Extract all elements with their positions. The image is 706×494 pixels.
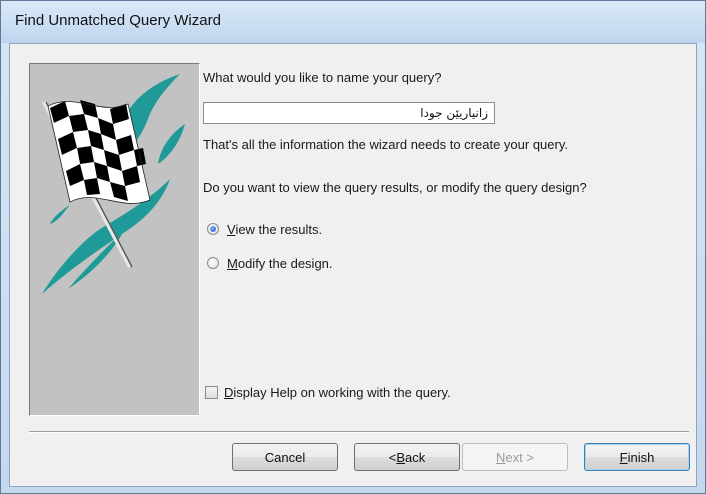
modify-design-option[interactable]: Modify the design. <box>207 254 333 272</box>
view-results-radio[interactable] <box>207 223 219 235</box>
wizard-body: What would you like to name your query? … <box>9 43 697 487</box>
display-help-label: Display Help on working with the query. <box>224 384 451 400</box>
query-name-input[interactable] <box>203 102 495 124</box>
title-bar[interactable]: Find Unmatched Query Wizard <box>1 1 705 43</box>
finish-button[interactable]: Finish <box>584 443 690 471</box>
view-question-text: Do you want to view the query results, o… <box>203 180 587 195</box>
cancel-button[interactable]: Cancel <box>232 443 338 471</box>
button-separator <box>29 431 689 433</box>
display-help-checkbox[interactable] <box>205 385 218 399</box>
display-help-option[interactable]: Display Help on working with the query. <box>205 383 451 401</box>
info-text: That's all the information the wizard ne… <box>203 137 568 152</box>
wizard-picture <box>29 63 200 416</box>
modify-design-radio[interactable] <box>207 257 219 269</box>
view-results-label: View the results. <box>227 221 323 237</box>
back-button[interactable]: < Back <box>354 443 460 471</box>
wizard-window: Find Unmatched Query Wizard What would y… <box>0 0 706 494</box>
window-title: Find Unmatched Query Wizard <box>15 12 221 29</box>
next-button[interactable]: Next > <box>462 443 568 471</box>
view-results-option[interactable]: View the results. <box>207 220 322 238</box>
checkered-flag-icon <box>42 74 185 294</box>
modify-design-label: Modify the design. <box>227 255 333 271</box>
query-name-prompt: What would you like to name your query? <box>203 70 442 85</box>
